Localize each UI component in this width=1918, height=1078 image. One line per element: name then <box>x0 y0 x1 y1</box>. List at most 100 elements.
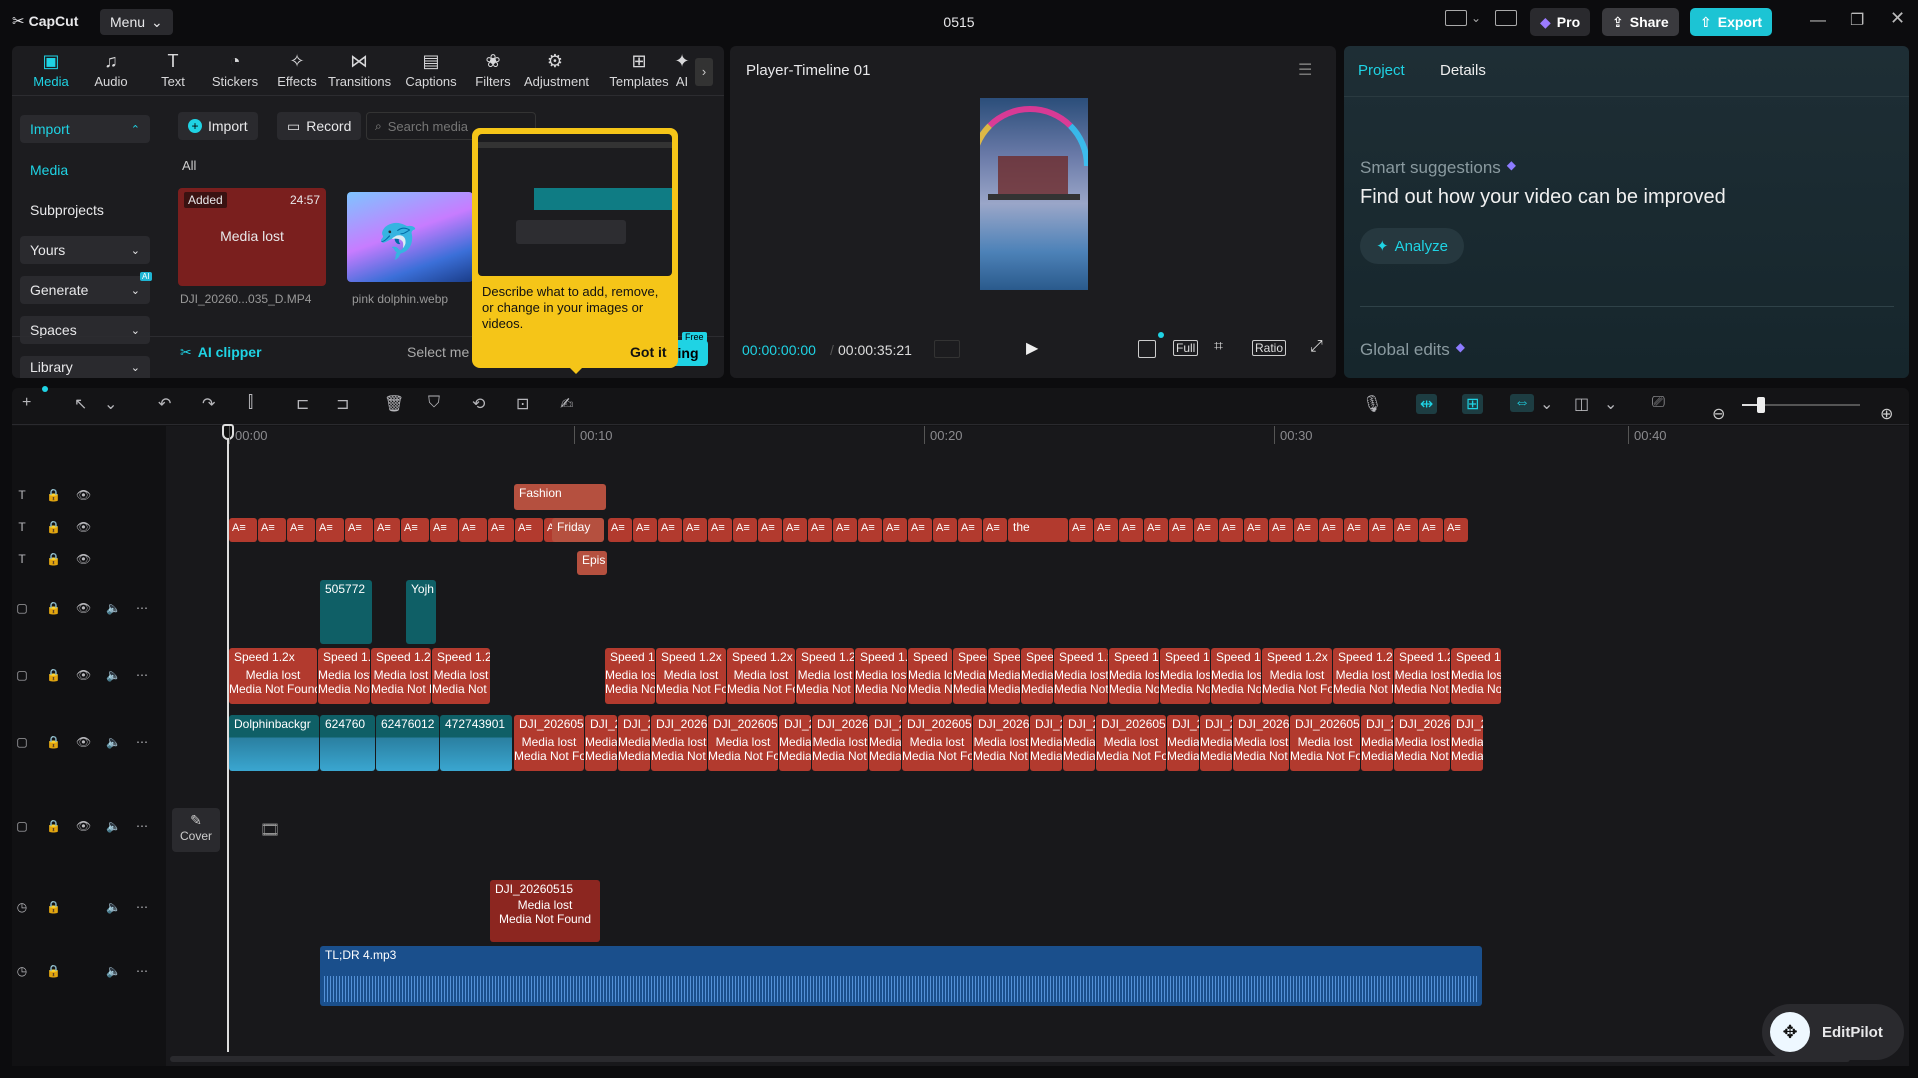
overlay-clip[interactable]: DJI_20260515 Media lost Media Not Found <box>490 880 600 942</box>
zoom-in-icon[interactable]: ⊕ <box>1880 404 1893 424</box>
got-it-button[interactable]: Got it <box>630 344 667 360</box>
dji-clip[interactable]: DJI_2026051 Media lostMedia Not Found <box>1451 715 1483 771</box>
text-clip[interactable]: A≡ <box>708 518 732 542</box>
crop-icon[interactable]: ⊡ <box>516 394 529 414</box>
tool-stickers[interactable]: ◔ Stickers <box>204 50 266 89</box>
lock-icon[interactable]: 🔒 <box>46 735 61 749</box>
zoom-slider-handle[interactable] <box>1757 397 1765 413</box>
dji-clip[interactable]: DJI_2026051 Media lostMedia Not Found <box>812 715 868 771</box>
sidebar-item-generate[interactable]: Generate ⌄ <box>20 276 150 304</box>
text-clip[interactable]: A≡ <box>933 518 957 542</box>
volume-icon[interactable]: 🔈 <box>106 964 121 978</box>
text-clip[interactable]: A≡ <box>808 518 832 542</box>
tool-audio[interactable]: ♫ Audio <box>80 50 142 89</box>
text-clip[interactable]: A≡ <box>430 518 458 542</box>
text-clip[interactable]: A≡ <box>833 518 857 542</box>
text-clip[interactable]: A≡ <box>1294 518 1318 542</box>
text-clip[interactable]: Fashion <box>514 484 606 510</box>
undo-icon[interactable]: ↶ <box>158 394 171 414</box>
tool-media[interactable]: ▣ Media <box>20 50 82 89</box>
microphone-icon[interactable]: 🎙 <box>1362 394 1382 414</box>
dji-clip[interactable]: DJI_2026051 Media lostMedia Not Found <box>902 715 972 771</box>
speed-clip[interactable]: Speed 1.2x Media lostMedia Not Found <box>605 648 655 704</box>
speed-clip[interactable]: Speed 1.2x Media lostMedia Not Found <box>1021 648 1053 704</box>
sidebar-item-subprojects[interactable]: Subprojects <box>20 196 150 224</box>
preview-icon[interactable]: ⎚ <box>1652 394 1665 412</box>
text-clip[interactable]: A≡ <box>1394 518 1418 542</box>
play-icon[interactable]: ▶ <box>1026 338 1038 358</box>
volume-icon[interactable]: 🔈 <box>106 668 121 682</box>
speed-clip[interactable]: Speed 1.2x Media lostMedia Not Found <box>1109 648 1159 704</box>
sidebar-item-yours[interactable]: Yours ⌄ <box>20 236 150 264</box>
zoom-out-icon[interactable]: ⊖ <box>1712 404 1725 424</box>
text-clip[interactable]: A≡ <box>783 518 807 542</box>
text-clip[interactable]: A≡ <box>758 518 782 542</box>
text-clip[interactable]: Epis <box>577 551 607 575</box>
text-clip[interactable]: the <box>1008 518 1068 542</box>
text-clip[interactable]: A≡ <box>1169 518 1193 542</box>
speed-clip[interactable]: Speed 1.2x Media lostMedia Not Found <box>1333 648 1393 704</box>
minimize-icon[interactable]: — <box>1810 12 1826 30</box>
sidebar-item-library[interactable]: Library ⌄ <box>20 356 150 378</box>
dji-clip[interactable]: DJI_2026051 Media lostMedia Not Found <box>585 715 617 771</box>
lock-icon[interactable]: 🔒 <box>46 552 61 566</box>
text-clip[interactable]: A≡ <box>1269 518 1293 542</box>
text-clip[interactable]: A≡ <box>1319 518 1343 542</box>
lock-icon[interactable]: 🔒 <box>46 488 61 502</box>
tool-templates[interactable]: ⊞ Templates <box>608 50 670 89</box>
sidebar-item-spaces[interactable]: Spaces ⌄ <box>20 316 150 344</box>
dji-clip[interactable]: DJI_2026051 Media lostMedia Not Found <box>514 715 584 771</box>
cover-button[interactable]: ✎ Cover <box>172 808 220 852</box>
eye-icon[interactable]: 👁 <box>76 735 91 749</box>
dji-clip[interactable]: DJI_2026051 Media lostMedia Not Found <box>1167 715 1199 771</box>
text-clip[interactable]: A≡ <box>858 518 882 542</box>
text-clip[interactable]: A≡ <box>683 518 707 542</box>
speed-clip[interactable]: Speed 1.2x Media lostMedia Not Found <box>229 648 317 704</box>
text-clip[interactable]: A≡ <box>733 518 757 542</box>
keyboard-icon[interactable] <box>1495 10 1518 26</box>
text-clip[interactable]: A≡ <box>1069 518 1093 542</box>
lock-icon[interactable]: 🔒 <box>46 964 61 978</box>
link-icon[interactable]: ⇹ <box>1416 394 1438 414</box>
draw-icon[interactable]: ✍ <box>560 394 573 414</box>
speed-clip[interactable]: Speed 1.2x Media lostMedia Not Found <box>727 648 795 704</box>
text-clip[interactable]: A≡ <box>883 518 907 542</box>
export-button[interactable]: ⇧ Export <box>1690 8 1773 36</box>
dolphin-thumbnail[interactable]: 🐬 <box>347 192 473 282</box>
text-clip[interactable]: A≡ <box>1369 518 1393 542</box>
speed-clip[interactable]: Speed 1.2x Media lostMedia Not Found <box>432 648 490 704</box>
text-clip[interactable]: A≡ <box>287 518 315 542</box>
video-clip[interactable]: 505772 <box>320 580 372 644</box>
lock-icon[interactable]: 🔒 <box>46 819 61 833</box>
chevron-down-icon[interactable]: ⌄ <box>1471 11 1481 25</box>
split-left-icon[interactable]: ⊏ <box>296 394 309 414</box>
speed-clip[interactable]: Speed 1.2x Media lostMedia Not Found <box>1262 648 1332 704</box>
video-clip[interactable]: 62476012 <box>376 715 439 771</box>
audio-track-icon[interactable]: ◷ <box>16 964 28 978</box>
text-clip[interactable]: Friday <box>552 518 604 542</box>
dji-clip[interactable]: DJI_2026051 Media lostMedia Not Found <box>1233 715 1289 771</box>
text-clip[interactable]: A≡ <box>316 518 344 542</box>
toolbar-next-arrow[interactable]: › <box>695 58 713 86</box>
text-clip[interactable]: A≡ <box>1419 518 1443 542</box>
timeline-scrollbar[interactable] <box>170 1056 1850 1062</box>
text-clip[interactable]: A≡ <box>1194 518 1218 542</box>
dji-clip[interactable]: DJI_2026051 Media lostMedia Not Found <box>1030 715 1062 771</box>
video-track-icon[interactable]: ▢ <box>16 668 28 682</box>
dji-clip[interactable]: DJI_2026051 Media lostMedia Not Found <box>1290 715 1360 771</box>
text-clip[interactable]: A≡ <box>258 518 286 542</box>
film-icon[interactable]: 🎞 <box>260 820 280 840</box>
media-item-lost[interactable]: Added 24:57 Media lost <box>178 188 326 286</box>
magnet-icon[interactable]: ⊞ <box>1462 394 1484 414</box>
dji-clip[interactable]: DJI_2026051 Media lostMedia Not Found <box>1096 715 1166 771</box>
dji-clip[interactable]: DJI_2026051 Media lostMedia Not Found <box>651 715 707 771</box>
text-clip[interactable]: A≡ <box>229 518 257 542</box>
analyze-button[interactable]: ✦ Analyze <box>1360 228 1464 264</box>
text-clip[interactable]: A≡ <box>401 518 429 542</box>
text-clip[interactable]: A≡ <box>908 518 932 542</box>
text-clip[interactable]: A≡ <box>488 518 514 542</box>
import-button[interactable]: + Import <box>178 112 258 140</box>
video-preview[interactable] <box>980 98 1088 290</box>
dji-clip[interactable]: DJI_2026051 Media lostMedia Not Found <box>1063 715 1095 771</box>
tiktok-icon[interactable] <box>1138 340 1156 358</box>
